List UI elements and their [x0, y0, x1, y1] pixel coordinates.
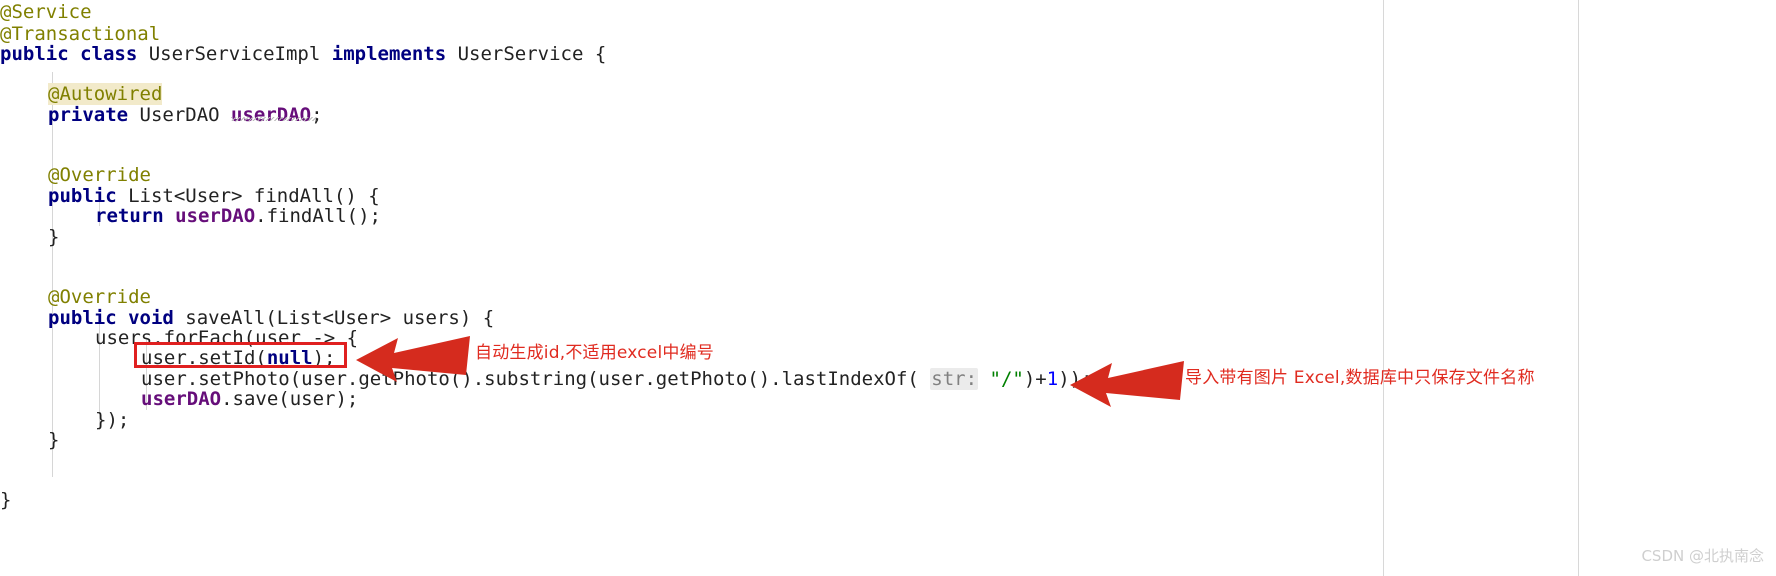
code-line[interactable]: @Override	[48, 165, 151, 185]
indent-guide-0	[52, 72, 53, 477]
code-token: public	[48, 185, 129, 207]
code-token: ;	[311, 104, 323, 126]
code-line[interactable]: }	[0, 490, 11, 510]
editor-right-rule-1	[1383, 0, 1384, 576]
code-line[interactable]: @Autowired	[48, 83, 163, 105]
code-line[interactable]: }	[48, 430, 59, 450]
code-token: }	[48, 429, 60, 451]
code-token: public void	[48, 307, 186, 329]
code-token: return	[95, 205, 176, 227]
code-token: userDAO	[141, 388, 222, 410]
code-token: .save(user);	[221, 388, 359, 410]
code-token: @Transactional	[0, 23, 161, 45]
code-line[interactable]: public class UserServiceImpl implements …	[0, 44, 606, 64]
code-line[interactable]: @Override	[48, 287, 151, 307]
code-line[interactable]: public void saveAll(List<User> users) {	[48, 308, 494, 328]
code-token: }	[0, 489, 12, 511]
right-red-arrow-icon	[1070, 361, 1184, 407]
code-token: .findAll();	[255, 205, 381, 227]
setid-highlight-box	[134, 342, 347, 368]
code-token: UserDAO	[139, 104, 232, 126]
code-token: UserServiceImpl	[148, 43, 332, 65]
code-line[interactable]: private UserDAO userDAO;	[48, 105, 323, 125]
code-line[interactable]: userDAO.save(user);	[141, 389, 358, 409]
left-red-arrow-icon	[356, 336, 470, 382]
code-editor-screenshot: @Service @Transactional public class UserS…	[0, 0, 1776, 576]
code-line[interactable]: user.setPhoto(user.getPhoto().substring(…	[141, 368, 1093, 390]
code-token: });	[95, 409, 130, 431]
code-token: user.setPhoto(user.getPhoto().substring(…	[141, 368, 931, 390]
code-token: @Autowired	[48, 83, 163, 105]
code-text-area[interactable]: @Service @Transactional public class UserS…	[0, 0, 1383, 576]
code-line[interactable]: return userDAO.findAll();	[95, 206, 381, 226]
code-token: UserService {	[457, 43, 607, 65]
code-token: )+	[1023, 368, 1047, 390]
code-line[interactable]: }	[48, 227, 59, 247]
code-line[interactable]: });	[95, 410, 129, 430]
code-token: List<User> findAll() {	[128, 185, 380, 207]
inspection-squiggle	[231, 117, 317, 121]
code-token: userDAO	[231, 104, 312, 126]
code-token: "/"	[989, 368, 1024, 390]
code-token: @Override	[48, 164, 151, 186]
code-token: @Override	[48, 286, 151, 308]
code-token: userDAO	[175, 205, 256, 227]
annotation-left-label: 自动生成id,不适用excel中编号	[475, 343, 714, 363]
code-token: public class	[0, 43, 149, 65]
code-token: private	[48, 104, 140, 126]
code-token: saveAll(List<User> users) {	[185, 307, 495, 329]
annotation-right-label: 导入带有图片 Excel,数据库中只保存文件名称	[1185, 368, 1535, 388]
code-line[interactable]: @Service	[0, 2, 92, 22]
code-token: }	[48, 226, 60, 248]
code-token: 1	[1046, 368, 1059, 390]
code-token: @Service	[0, 1, 92, 23]
code-token: implements	[331, 43, 458, 65]
csdn-watermark: CSDN @北执南念	[1641, 547, 1764, 565]
code-line[interactable]: @Transactional	[0, 24, 160, 44]
code-token: str:	[930, 368, 979, 390]
editor-right-rule-2	[1578, 0, 1579, 576]
code-line[interactable]: public List<User> findAll() {	[48, 186, 380, 206]
